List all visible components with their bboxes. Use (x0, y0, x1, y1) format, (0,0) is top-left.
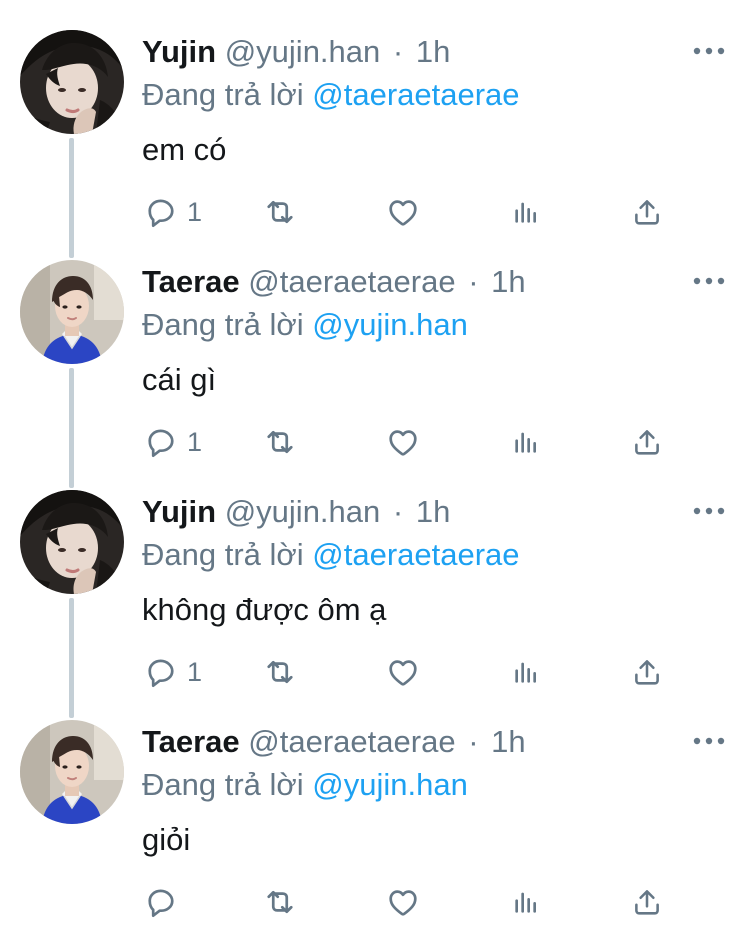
share-button[interactable] (630, 882, 664, 922)
tweet-text: không được ôm ạ (142, 592, 387, 627)
like-button[interactable] (385, 192, 421, 232)
replying-to: Đang trả lời @yujin.han (142, 764, 468, 806)
display-name[interactable]: Yujin (142, 34, 216, 69)
tweet-actions: 1 (0, 422, 750, 462)
share-button[interactable] (630, 652, 664, 692)
tweet-header: Taerae @taeraetaerae · 1h (142, 262, 526, 302)
display-name[interactable]: Taerae (142, 724, 240, 759)
separator-dot: · (468, 724, 479, 759)
display-name[interactable]: Yujin (142, 494, 216, 529)
separator-dot: · (468, 264, 479, 299)
like-button[interactable] (385, 422, 421, 462)
tweet-actions (0, 882, 750, 922)
stats-icon (510, 424, 542, 460)
stats-icon (510, 654, 542, 690)
tweet-actions: 1 (0, 652, 750, 692)
like-icon (385, 884, 421, 920)
replying-to-label: Đang trả lời (142, 537, 304, 572)
stats-button[interactable] (510, 422, 542, 462)
separator-dot: · (392, 494, 404, 529)
retweet-button[interactable] (262, 882, 298, 922)
reply-button[interactable]: 1 (143, 652, 202, 692)
avatar[interactable] (20, 720, 124, 824)
like-button[interactable] (385, 652, 421, 692)
user-handle[interactable]: @taeraetaerae (248, 724, 455, 759)
tweet[interactable]: Yujin @yujin.han · 1h Đang trả lời @taer… (0, 22, 750, 252)
reply-button[interactable]: 1 (143, 192, 202, 232)
share-button[interactable] (630, 192, 664, 232)
share-button[interactable] (630, 422, 664, 462)
avatar[interactable] (20, 260, 124, 364)
like-button[interactable] (385, 882, 421, 922)
retweet-button[interactable] (262, 652, 298, 692)
reply-icon (143, 424, 179, 460)
replying-to: Đang trả lời @taeraetaerae (142, 74, 520, 116)
display-name[interactable]: Taerae (142, 264, 240, 299)
reply-icon (143, 194, 179, 230)
mention-link[interactable]: @yujin.han (312, 307, 468, 342)
replying-to: Đang trả lời @yujin.han (142, 304, 468, 346)
more-icon[interactable] (692, 44, 726, 58)
user-handle[interactable]: @yujin.han (225, 34, 381, 69)
mention-link[interactable]: @taeraetaerae (312, 537, 519, 572)
stats-button[interactable] (510, 882, 542, 922)
mention-link[interactable]: @yujin.han (312, 767, 468, 802)
user-handle[interactable]: @taeraetaerae (248, 264, 455, 299)
tweet-header: Taerae @taeraetaerae · 1h (142, 722, 526, 762)
more-icon[interactable] (692, 274, 726, 288)
reply-button[interactable] (143, 882, 187, 922)
like-icon (385, 194, 421, 230)
share-icon (630, 654, 664, 690)
stats-icon (510, 884, 542, 920)
avatar[interactable] (20, 490, 124, 594)
share-icon (630, 884, 664, 920)
tweet[interactable]: Yujin @yujin.han · 1h Đang trả lời @taer… (0, 482, 750, 712)
retweet-icon (262, 654, 298, 690)
user-handle[interactable]: @yujin.han (225, 494, 381, 529)
tweet-text: cái gì (142, 362, 217, 397)
share-icon (630, 194, 664, 230)
retweet-button[interactable] (262, 192, 298, 232)
replying-to-label: Đang trả lời (142, 77, 304, 112)
replying-to-label: Đang trả lời (142, 307, 304, 342)
reply-icon (143, 654, 179, 690)
tweet-header: Yujin @yujin.han · 1h (142, 32, 450, 72)
retweet-icon (262, 424, 298, 460)
reply-count: 1 (187, 427, 203, 457)
retweet-icon (262, 884, 298, 920)
timestamp[interactable]: 1h (491, 264, 525, 299)
timestamp[interactable]: 1h (416, 34, 450, 69)
stats-button[interactable] (510, 192, 542, 232)
like-icon (385, 654, 421, 690)
tweet-header: Yujin @yujin.han · 1h (142, 492, 450, 532)
like-icon (385, 424, 421, 460)
timestamp[interactable]: 1h (491, 724, 525, 759)
more-icon[interactable] (692, 734, 726, 748)
avatar[interactable] (20, 30, 124, 134)
tweet[interactable]: Taerae @taeraetaerae · 1h Đang trả lời @… (0, 712, 750, 942)
more-icon[interactable] (692, 504, 726, 518)
stats-icon (510, 194, 542, 230)
separator-dot: · (392, 34, 404, 69)
replying-to-label: Đang trả lời (142, 767, 304, 802)
reply-count: 1 (187, 197, 203, 227)
reply-icon (143, 884, 179, 920)
tweet[interactable]: Taerae @taeraetaerae · 1h Đang trả lời @… (0, 252, 750, 482)
retweet-button[interactable] (262, 422, 298, 462)
reply-button[interactable]: 1 (143, 422, 202, 462)
reply-thread: Yujin @yujin.han · 1h Đang trả lời @taer… (0, 0, 750, 923)
tweet-text: em có (142, 132, 227, 167)
share-icon (630, 424, 664, 460)
stats-button[interactable] (510, 652, 542, 692)
replying-to: Đang trả lời @taeraetaerae (142, 534, 520, 576)
tweet-actions: 1 (0, 192, 750, 232)
tweet-text: giỏi (142, 822, 191, 857)
reply-count: 1 (187, 657, 203, 687)
timestamp[interactable]: 1h (416, 494, 450, 529)
retweet-icon (262, 194, 298, 230)
mention-link[interactable]: @taeraetaerae (312, 77, 519, 112)
